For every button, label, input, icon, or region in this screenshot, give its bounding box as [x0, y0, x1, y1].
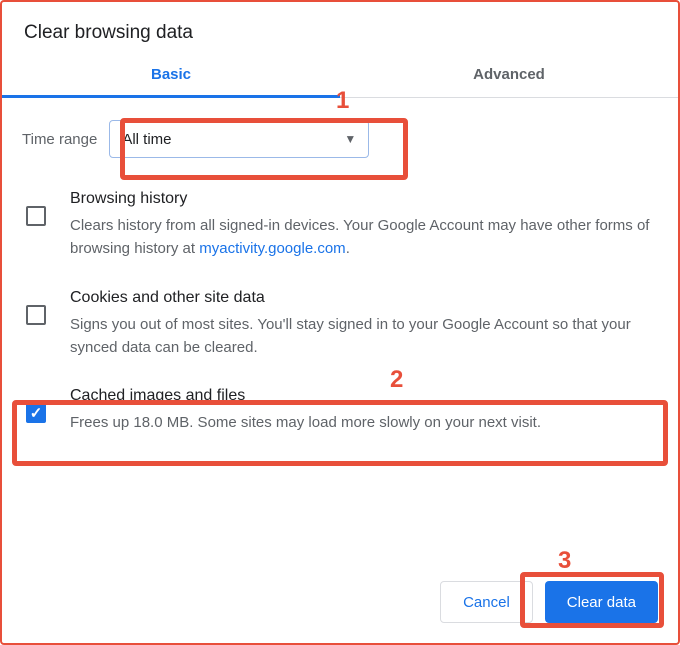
option-title: Cached images and files — [70, 387, 658, 411]
myactivity-link[interactable]: myactivity.google.com — [199, 240, 345, 257]
checkbox-cached-files[interactable]: ✓ — [26, 403, 46, 423]
time-range-label: Time range — [22, 131, 97, 148]
option-desc: Signs you out of most sites. You'll stay… — [70, 313, 658, 360]
dialog-footer: Cancel Clear data — [440, 581, 658, 623]
option-cached-files: ✓ Cached images and files Frees up 18.0 … — [22, 373, 658, 448]
option-title: Browsing history — [70, 190, 658, 214]
time-range-select[interactable]: All time ▼ — [109, 120, 369, 158]
option-desc: Clears history from all signed-in device… — [70, 214, 658, 261]
annotation-number-3: 3 — [558, 547, 571, 575]
check-icon: ✓ — [30, 406, 43, 421]
option-cookies: Cookies and other site data Signs you ou… — [22, 275, 658, 374]
tab-basic[interactable]: Basic — [2, 66, 340, 97]
clear-browsing-data-dialog: Clear browsing data Basic Advanced Time … — [0, 0, 680, 645]
annotation-number-1: 1 — [336, 87, 349, 115]
cancel-button[interactable]: Cancel — [440, 581, 533, 623]
chevron-down-icon: ▼ — [344, 132, 356, 146]
dialog-body: Time range All time ▼ Browsing history C… — [22, 98, 658, 448]
dialog-title: Clear browsing data — [22, 2, 658, 66]
clear-data-button[interactable]: Clear data — [545, 581, 658, 623]
time-range-row: Time range All time ▼ — [22, 112, 658, 176]
option-desc: Frees up 18.0 MB. Some sites may load mo… — [70, 411, 658, 434]
option-title: Cookies and other site data — [70, 289, 658, 313]
checkbox-browsing-history[interactable] — [26, 206, 46, 226]
option-browsing-history: Browsing history Clears history from all… — [22, 176, 658, 275]
time-range-value: All time — [122, 131, 171, 148]
annotation-number-2: 2 — [390, 366, 403, 394]
checkbox-cookies[interactable] — [26, 305, 46, 325]
tab-advanced[interactable]: Advanced — [340, 66, 678, 97]
